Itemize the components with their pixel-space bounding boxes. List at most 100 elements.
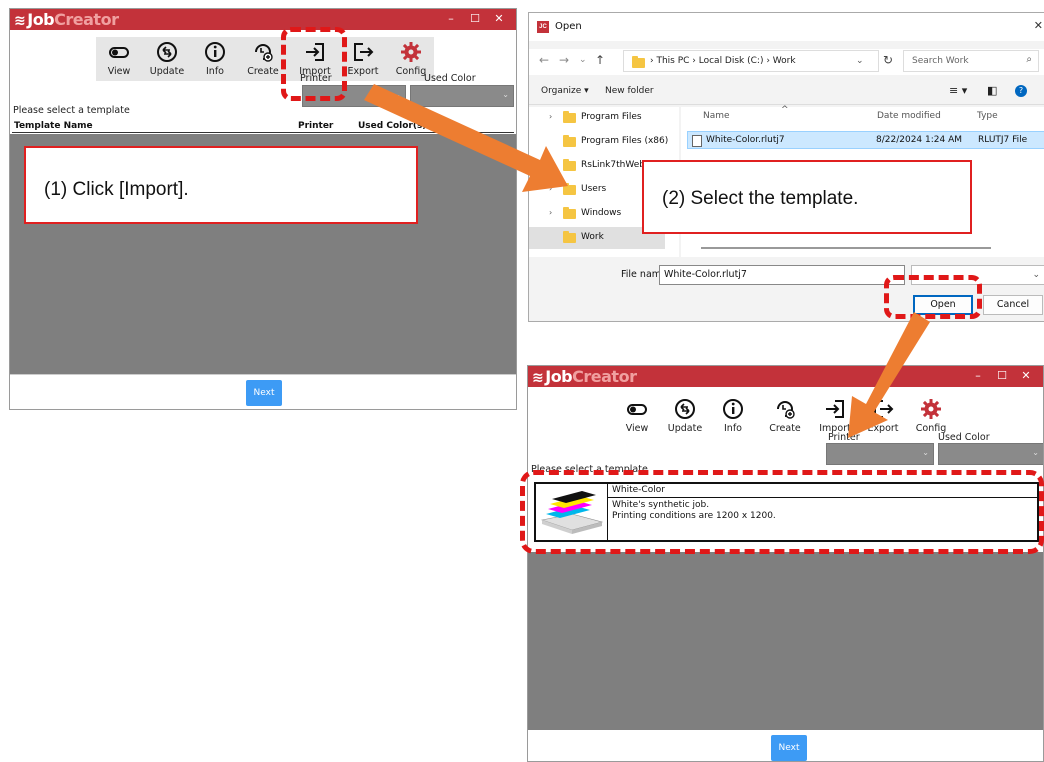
forward-icon[interactable]: → <box>559 53 569 67</box>
create-icon <box>777 401 795 419</box>
step2-callout: (2) Select the template. <box>642 160 972 234</box>
column-printer[interactable]: Printer <box>298 121 333 131</box>
used-color-dropdown[interactable]: ⌄ <box>938 443 1043 465</box>
export-icon <box>354 43 374 61</box>
close-button[interactable]: ✕ <box>1015 368 1037 384</box>
update-button[interactable]: Update <box>662 394 708 438</box>
chevron-right-icon: › <box>549 208 553 217</box>
chevron-down-icon[interactable]: ⌄ <box>579 55 587 65</box>
info-icon <box>723 399 743 419</box>
used-color-dropdown[interactable]: ⌄ <box>410 85 514 107</box>
help-icon[interactable]: ? <box>1015 85 1027 97</box>
breadcrumb: › This PC › Local Disk (C:) › Work <box>650 56 796 66</box>
folder-icon <box>563 207 576 219</box>
gear-icon <box>401 42 421 62</box>
template-list[interactable] <box>528 552 1043 730</box>
chevron-down-icon[interactable]: ⌄ <box>856 55 864 66</box>
template-highlight <box>520 470 1044 554</box>
dialog-title: Open <box>555 21 582 32</box>
folder-icon <box>563 159 576 171</box>
app-icon: JC <box>537 21 549 33</box>
file-name-input[interactable]: White-Color.rlutj7 <box>659 265 905 285</box>
address-bar[interactable]: › This PC › Local Disk (C:) › Work ⌄ <box>623 50 879 72</box>
next-button[interactable]: Next <box>246 380 282 406</box>
info-button[interactable]: Info <box>192 37 238 81</box>
toolbar: View Update Info Create Import Export Co… <box>614 394 954 438</box>
app-logo: ≋ JobCreator <box>14 10 119 29</box>
view-button[interactable]: View <box>614 394 660 438</box>
export-icon <box>874 400 894 418</box>
footer-bar: Next <box>528 730 1043 761</box>
minimize-button[interactable]: – <box>440 11 462 27</box>
import-icon <box>826 400 844 418</box>
gear-icon <box>921 399 941 419</box>
folder-icon <box>563 183 576 195</box>
view-menu-icon[interactable]: ≡ ▾ <box>949 84 967 97</box>
column-name[interactable]: Name <box>703 111 730 121</box>
refresh-icon[interactable]: ↻ <box>883 53 893 67</box>
column-date[interactable]: Date modified <box>877 111 941 121</box>
open-highlight <box>884 275 982 319</box>
info-button[interactable]: Info <box>710 394 756 438</box>
create-icon <box>255 44 273 62</box>
refresh-icon <box>157 42 177 62</box>
app-logo: ≋ JobCreator <box>532 367 637 386</box>
template-prompt: Please select a template <box>13 105 130 116</box>
search-icon: ⌕ <box>1026 54 1032 65</box>
title-bar: ≋ JobCreator – ☐ ✕ <box>10 9 516 30</box>
import-highlight <box>281 27 347 101</box>
printer-dropdown[interactable]: ⌄ <box>826 443 934 465</box>
column-used-colors[interactable]: Used Color(s) <box>358 121 426 131</box>
minimize-button[interactable]: – <box>967 368 989 384</box>
column-template-name[interactable]: Template Name <box>14 121 93 131</box>
chevron-down-icon: ⌄ <box>922 448 929 457</box>
command-bar: Organize ▾ New folder ≡ ▾ ◧ ? <box>529 79 1044 105</box>
create-button[interactable]: Create <box>240 37 286 81</box>
column-type[interactable]: Type <box>977 111 998 121</box>
view-button[interactable]: View <box>96 37 142 81</box>
back-icon[interactable]: ← <box>539 53 549 67</box>
jobcreator-window-2: ≋ JobCreator – ☐ ✕ View Update Info Creat… <box>527 365 1044 762</box>
chevron-right-icon: › <box>549 184 553 193</box>
nav-item-program-files-x86[interactable]: Program Files (x86) <box>529 131 669 153</box>
organize-button[interactable]: Organize ▾ <box>541 86 589 96</box>
close-icon[interactable]: ✕ <box>1034 19 1043 32</box>
maximize-button[interactable]: ☐ <box>464 11 486 27</box>
preview-pane-icon[interactable]: ◧ <box>987 84 997 97</box>
next-button[interactable]: Next <box>771 735 807 761</box>
address-row: ← → ⌄ ↑ › This PC › Local Disk (C:) › Wo… <box>529 49 1044 75</box>
new-folder-button[interactable]: New folder <box>605 86 654 96</box>
sort-up-icon: ^ <box>781 105 789 115</box>
folder-icon <box>563 231 576 243</box>
nav-item-program-files[interactable]: › Program Files <box>529 107 669 129</box>
title-bar: ≋ JobCreator – ☐ ✕ <box>528 366 1043 387</box>
used-color-label: Used Color <box>938 432 990 443</box>
chevron-down-icon: ⌄ <box>1032 448 1039 457</box>
dialog-title-bar: JC Open ✕ <box>529 13 1044 41</box>
file-icon <box>692 135 702 147</box>
printer-label: Printer <box>828 432 860 443</box>
footer-bar: Next <box>10 374 516 409</box>
folder-icon <box>563 135 576 147</box>
toolbar: View Update Info Create Import Export Co… <box>96 37 434 81</box>
chevron-down-icon: ⌄ <box>394 90 401 99</box>
chevron-down-icon: ⌄ <box>1032 269 1040 279</box>
file-row[interactable]: White-Color.rlutj7 8/22/2024 1:24 AM RLU… <box>687 131 1044 149</box>
used-color-label: Used Color <box>424 73 476 84</box>
export-button[interactable]: Export <box>860 394 906 438</box>
horizontal-scrollbar[interactable] <box>701 247 991 249</box>
info-icon <box>205 42 225 62</box>
folder-icon <box>563 111 576 123</box>
cancel-button[interactable]: Cancel <box>983 295 1043 315</box>
search-input[interactable]: Search Work ⌕ <box>903 50 1039 72</box>
maximize-button[interactable]: ☐ <box>991 368 1013 384</box>
template-list-header: Template Name Printer Used Color(s) <box>12 121 514 133</box>
update-button[interactable]: Update <box>144 37 190 81</box>
toggle-icon <box>627 404 647 415</box>
folder-icon <box>632 56 645 68</box>
chevron-right-icon: › <box>549 112 553 121</box>
up-icon[interactable]: ↑ <box>595 53 605 67</box>
close-button[interactable]: ✕ <box>488 11 510 27</box>
create-button[interactable]: Create <box>762 394 808 438</box>
toggle-icon <box>109 47 129 58</box>
